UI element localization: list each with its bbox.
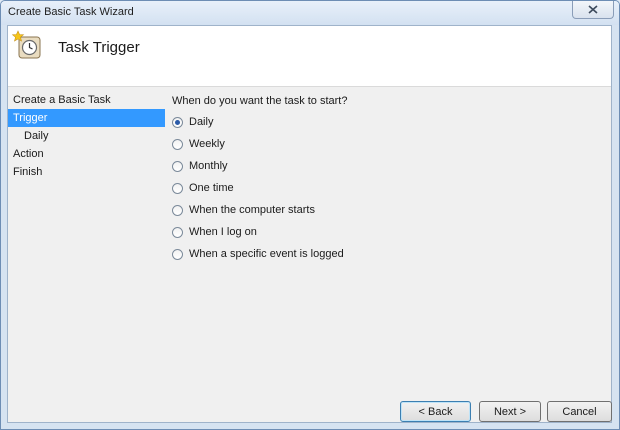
back-button[interactable]: < Back [400, 401, 471, 422]
radio-option-computer-starts[interactable]: When the computer starts [172, 199, 347, 221]
radio-button[interactable] [172, 248, 183, 260]
radio-button[interactable] [172, 160, 183, 172]
nav-step-daily[interactable]: Daily [8, 127, 165, 145]
wizard-window: Create Basic Task Wizard Task Trigger Cr… [0, 0, 620, 430]
nav-step-create-basic-task[interactable]: Create a Basic Task [8, 91, 165, 109]
radio-button[interactable] [172, 226, 183, 238]
radio-label[interactable]: One time [189, 182, 234, 194]
radio-button[interactable] [172, 116, 183, 128]
question-label: When do you want the task to start? [172, 95, 348, 107]
close-button[interactable] [572, 1, 614, 19]
wizard-client-area: Task Trigger Create a Basic Task Trigger… [7, 25, 612, 423]
cancel-button[interactable]: Cancel [547, 401, 612, 422]
radio-option-log-on[interactable]: When I log on [172, 221, 347, 243]
radio-label[interactable]: When a specific event is logged [189, 248, 344, 260]
radio-option-daily[interactable]: Daily [172, 111, 347, 133]
nav-step-trigger[interactable]: Trigger [8, 109, 165, 127]
trigger-options: When do you want the task to start? Dail… [172, 95, 347, 265]
radio-label[interactable]: When I log on [189, 226, 257, 238]
radio-option-weekly[interactable]: Weekly [172, 133, 347, 155]
radio-label[interactable]: Weekly [189, 138, 225, 150]
wizard-steps-nav: Create a Basic Task Trigger Daily Action… [8, 91, 165, 181]
close-icon [588, 5, 598, 14]
radio-button[interactable] [172, 138, 183, 150]
radio-option-event-logged[interactable]: When a specific event is logged [172, 243, 347, 265]
radio-button[interactable] [172, 204, 183, 216]
radio-label[interactable]: Monthly [189, 160, 228, 172]
radio-label[interactable]: Daily [189, 116, 213, 128]
radio-button[interactable] [172, 182, 183, 194]
page-title: Task Trigger [58, 39, 140, 56]
radio-label[interactable]: When the computer starts [189, 204, 315, 216]
nav-step-action[interactable]: Action [8, 145, 165, 163]
title-bar[interactable]: Create Basic Task Wizard [1, 1, 619, 25]
next-button[interactable]: Next > [479, 401, 541, 422]
window-title: Create Basic Task Wizard [8, 6, 134, 18]
radio-option-monthly[interactable]: Monthly [172, 155, 347, 177]
wizard-header: Task Trigger [8, 26, 611, 87]
nav-step-finish[interactable]: Finish [8, 163, 165, 181]
clock-star-icon [12, 30, 41, 59]
radio-option-one-time[interactable]: One time [172, 177, 347, 199]
